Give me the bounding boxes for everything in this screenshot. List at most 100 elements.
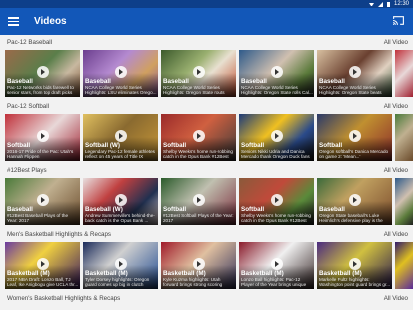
- video-card[interactable]: Softball Seniors Nikki Udria and Danica M…: [239, 114, 314, 161]
- play-icon: [270, 258, 283, 270]
- menu-icon[interactable]: [8, 15, 22, 29]
- video-row[interactable]: Softball 2016-17 Pride of the Pac: Utah's…: [0, 114, 413, 161]
- video-card[interactable]: Basketball (M) Kyle Kuzma highlights: Uta…: [161, 242, 236, 289]
- video-category: Baseball: [163, 78, 189, 85]
- all-video-link[interactable]: All Video: [384, 295, 408, 302]
- video-category: Softball: [163, 206, 187, 213]
- play-icon: [36, 258, 49, 270]
- video-thumbnail: [395, 242, 413, 289]
- section-heading: Pac-12 Softball: [7, 103, 49, 110]
- video-category: Baseball: [7, 78, 33, 85]
- video-category: Softball: [163, 142, 187, 149]
- video-card[interactable]: Baseball #12Best Baseball Plays of the Ye…: [5, 178, 80, 225]
- all-video-link[interactable]: All Video: [384, 103, 408, 110]
- video-card[interactable]: Softball Oregon softball's Danica Mercado…: [317, 114, 392, 161]
- video-description: Pac-12 Networks bids farewell to senior …: [7, 85, 74, 96]
- video-category: Softball: [241, 142, 265, 149]
- play-icon: [114, 194, 127, 206]
- video-description: NCAA College World Series Highlights: LS…: [85, 85, 157, 96]
- section-heading: Men's Basketball Highlights & Recaps: [7, 231, 112, 238]
- video-category: Softball (W): [85, 142, 120, 149]
- video-card-partial[interactable]: [395, 50, 413, 97]
- video-card[interactable]: Baseball Oregon State baseball's Luke Hei…: [317, 178, 392, 225]
- video-row[interactable]: Basketball (M) 2017 NBA Draft: Lonzo Ball…: [0, 242, 413, 289]
- section-heading: #12Best Plays: [7, 167, 47, 174]
- wifi-icon: [368, 2, 374, 6]
- video-thumbnail: [395, 114, 413, 161]
- play-icon: [348, 66, 361, 78]
- section-pac12-baseball: Pac-12 Baseball All Video Baseball Pac-12…: [0, 35, 413, 99]
- video-description: NCAA College World Series Highlights: Or…: [163, 85, 225, 96]
- video-card[interactable]: Softball (W) Legendary Pac-12 female athl…: [83, 114, 158, 161]
- video-description: Markelle Fultz highlights: Washington po…: [319, 277, 391, 288]
- video-card-partial[interactable]: [395, 114, 413, 161]
- video-category: Softball: [319, 142, 343, 149]
- video-category: Basketball (M): [7, 270, 50, 277]
- status-time: 12:30: [393, 1, 409, 7]
- video-description: NCAA College World Series Highlights: Or…: [241, 85, 313, 96]
- play-icon: [348, 258, 361, 270]
- video-category: Softball: [7, 142, 31, 149]
- video-category: Baseball: [319, 206, 345, 213]
- section-womens-basketball: Women's Basketball Highlights & Recaps A…: [0, 291, 413, 306]
- video-row[interactable]: Baseball Pac-12 Networks bids farewell to…: [0, 50, 413, 97]
- video-description: 2017 NBA Draft: Lonzo Ball, TJ Leaf, Ike…: [7, 277, 79, 288]
- video-category: Baseball: [241, 78, 267, 85]
- video-card[interactable]: Baseball NCAA College World Series Highli…: [161, 50, 236, 97]
- video-card[interactable]: Basketball (M) Tyler Dorsey highlights: O…: [83, 242, 158, 289]
- section-pac12-softball: Pac-12 Softball All Video Softball 2016-1…: [0, 99, 413, 163]
- video-card[interactable]: Baseball NCAA College World Series Highli…: [317, 50, 392, 97]
- video-category: Basketball (M): [241, 270, 284, 277]
- play-icon: [348, 194, 361, 206]
- video-card[interactable]: Baseball (W) Andrew Summerville's behind-…: [83, 178, 158, 225]
- video-description: #12Best Softball Plays of the Year: 2017: [163, 213, 234, 224]
- play-icon: [348, 130, 361, 142]
- play-icon: [192, 130, 205, 142]
- video-card-partial[interactable]: [395, 178, 413, 225]
- section-12best-plays: #12Best Plays All Video Baseball #12Best …: [0, 163, 413, 227]
- video-card[interactable]: Basketball (M) Lonzo Ball highlights: Pac…: [239, 242, 314, 289]
- video-card[interactable]: Softball Shelby Weeks's home run-robbing …: [161, 114, 236, 161]
- video-description: Andrew Summerville's behind-the-back cat…: [85, 213, 155, 224]
- all-video-link[interactable]: All Video: [384, 167, 408, 174]
- video-thumbnail: [395, 50, 413, 97]
- video-description: Kyle Kuzma highlights: Utah forward brin…: [163, 277, 223, 288]
- section-heading: Women's Basketball Highlights & Recaps: [7, 295, 121, 302]
- video-category: Basketball (M): [163, 270, 206, 277]
- all-video-link[interactable]: All Video: [384, 231, 408, 238]
- app-bar: Videos: [0, 8, 413, 35]
- video-description: 2016-17 Pride of the Pac: Utah's Hannah …: [7, 149, 74, 160]
- video-thumbnail: [395, 178, 413, 225]
- video-description: Shelby Weeks's home run-robbing catch in…: [163, 149, 233, 160]
- video-category: Baseball: [319, 78, 345, 85]
- play-icon: [270, 194, 283, 206]
- video-description: Oregon State baseball's Luke Heimlich's …: [319, 213, 383, 224]
- play-icon: [36, 130, 49, 142]
- video-card[interactable]: Baseball NCAA College World Series Highli…: [239, 50, 314, 97]
- video-description: Tyler Dorsey highlights: Oregon guard co…: [85, 277, 150, 288]
- video-description: Lonzo Ball highlights: Pac-12 Player of …: [241, 277, 307, 288]
- video-category: Basketball (M): [319, 270, 362, 277]
- video-card[interactable]: Softball 2016-17 Pride of the Pac: Utah's…: [5, 114, 80, 161]
- cast-icon[interactable]: [392, 15, 405, 26]
- video-card-partial[interactable]: [395, 242, 413, 289]
- video-card[interactable]: Basketball (M) 2017 NBA Draft: Lonzo Ball…: [5, 242, 80, 289]
- video-category: Baseball (W): [85, 206, 123, 213]
- battery-icon: [386, 1, 390, 7]
- all-video-link[interactable]: All Video: [384, 39, 408, 46]
- video-card[interactable]: Softball Shelby Weeks's home run-robbing …: [239, 178, 314, 225]
- video-category: Basketball (M): [85, 270, 128, 277]
- play-icon: [36, 66, 49, 78]
- play-icon: [114, 66, 127, 78]
- video-sections[interactable]: Pac-12 Baseball All Video Baseball Pac-12…: [0, 35, 413, 310]
- video-card[interactable]: Baseball Pac-12 Networks bids farewell to…: [5, 50, 80, 97]
- play-icon: [270, 66, 283, 78]
- status-bar: 12:30: [0, 0, 413, 8]
- video-card[interactable]: Basketball (M) Markelle Fultz highlights:…: [317, 242, 392, 289]
- video-description: Legendary Pac-12 female athletes reflect…: [85, 149, 155, 160]
- video-row[interactable]: Baseball #12Best Baseball Plays of the Ye…: [0, 178, 413, 225]
- video-card[interactable]: Softball #12Best Softball Plays of the Ye…: [161, 178, 236, 225]
- video-card[interactable]: Baseball NCAA College World Series Highli…: [83, 50, 158, 97]
- video-description: Seniors Nikki Udria and Danica Mercado t…: [241, 149, 310, 160]
- section-mens-basketball: Men's Basketball Highlights & Recaps All…: [0, 227, 413, 291]
